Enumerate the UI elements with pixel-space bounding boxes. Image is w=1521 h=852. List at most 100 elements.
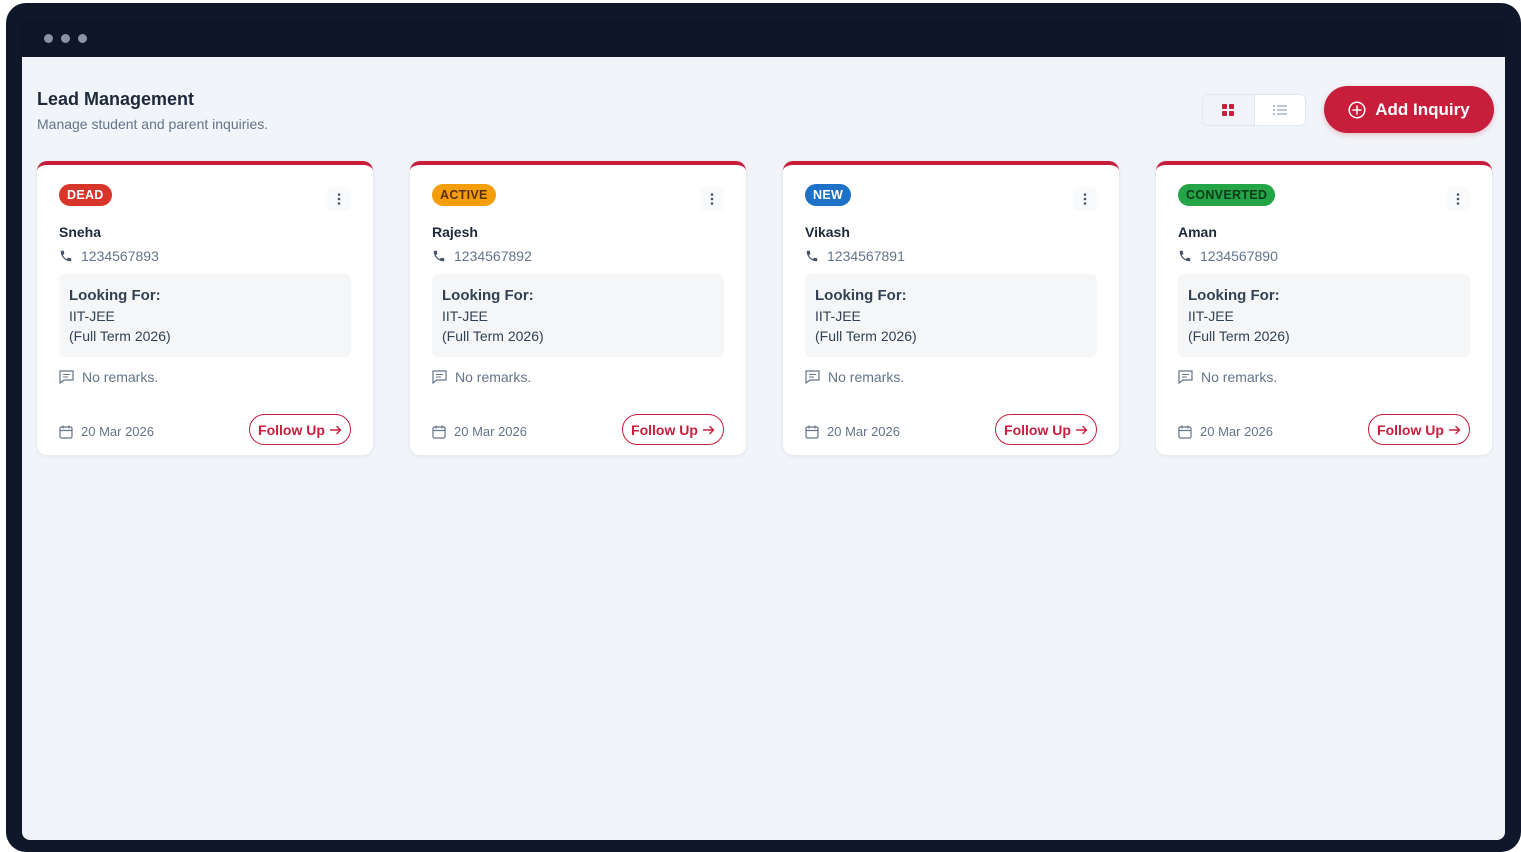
date-row: 20 Mar 2026 (59, 424, 154, 439)
looking-for-term: (Full Term 2026) (815, 328, 917, 344)
status-badge: ACTIVE (432, 184, 496, 206)
card-menu-button[interactable] (327, 187, 351, 211)
lead-remarks: No remarks. (1201, 369, 1278, 385)
looking-for-box: Looking For: IIT-JEE (Full Term 2026) (805, 274, 1097, 357)
lead-card: CONVERTED Aman 1234567890 Looking For: I… (1156, 161, 1492, 455)
follow-up-button[interactable]: Follow Up (249, 414, 351, 445)
lead-date: 20 Mar 2026 (1200, 424, 1273, 439)
arrow-right-icon (329, 425, 342, 434)
remarks-row: No remarks. (1178, 369, 1277, 385)
lead-card-grid: DEAD Sneha 1234567893 Looking For: IIT-J… (37, 161, 1492, 455)
lead-date: 20 Mar 2026 (454, 424, 527, 439)
phone-row: 1234567890 (1178, 248, 1278, 264)
looking-for-course: IIT-JEE (815, 308, 861, 324)
list-view-button[interactable] (1255, 95, 1306, 125)
remarks-row: No remarks. (805, 369, 904, 385)
arrow-right-icon (1075, 425, 1088, 434)
status-badge: CONVERTED (1178, 184, 1276, 206)
status-badge: DEAD (59, 184, 112, 206)
lead-name: Rajesh (432, 224, 478, 240)
date-row: 20 Mar 2026 (805, 424, 900, 439)
phone-icon (806, 250, 818, 262)
phone-row: 1234567893 (59, 248, 159, 264)
lead-phone: 1234567893 (81, 248, 159, 264)
grid-icon (1222, 104, 1235, 116)
grid-view-button[interactable] (1203, 95, 1255, 125)
looking-for-term: (Full Term 2026) (442, 328, 544, 344)
looking-for-course: IIT-JEE (1188, 308, 1234, 324)
looking-for-term: (Full Term 2026) (69, 328, 171, 344)
comment-icon (432, 370, 447, 384)
looking-for-box: Looking For: IIT-JEE (Full Term 2026) (59, 274, 351, 357)
lead-card: ACTIVE Rajesh 1234567892 Looking For: II… (410, 161, 746, 455)
calendar-icon (432, 425, 446, 439)
lead-date: 20 Mar 2026 (81, 424, 154, 439)
window-dot (44, 33, 53, 43)
date-row: 20 Mar 2026 (1178, 424, 1273, 439)
more-vertical-icon (337, 193, 341, 205)
comment-icon (1178, 370, 1193, 384)
card-menu-button[interactable] (700, 187, 724, 211)
follow-up-button[interactable]: Follow Up (995, 414, 1097, 445)
calendar-icon (1178, 425, 1192, 439)
looking-for-label: Looking For: (1188, 287, 1280, 304)
phone-row: 1234567891 (805, 248, 905, 264)
device-frame: Lead Management Manage student and paren… (6, 3, 1521, 852)
phone-row: 1234567892 (432, 248, 532, 264)
lead-phone: 1234567891 (827, 248, 905, 264)
add-inquiry-button[interactable]: Add Inquiry (1324, 86, 1494, 133)
page-title: Lead Management (37, 89, 195, 109)
lead-name: Vikash (805, 224, 850, 240)
looking-for-label: Looking For: (69, 287, 161, 304)
page-subtitle: Manage student and parent inquiries. (37, 116, 269, 132)
app-screen: Lead Management Manage student and paren… (22, 57, 1505, 840)
follow-up-label: Follow Up (631, 421, 698, 438)
follow-up-label: Follow Up (1377, 421, 1444, 438)
phone-icon (60, 250, 72, 262)
arrow-right-icon (1448, 425, 1461, 434)
add-inquiry-label: Add Inquiry (1375, 99, 1470, 119)
lead-date: 20 Mar 2026 (827, 424, 900, 439)
lead-phone: 1234567892 (454, 248, 532, 264)
calendar-icon (59, 425, 73, 439)
lead-remarks: No remarks. (455, 369, 532, 385)
remarks-row: No remarks. (59, 369, 158, 385)
lead-remarks: No remarks. (82, 369, 159, 385)
plus-circle-icon (1348, 100, 1366, 119)
looking-for-term: (Full Term 2026) (1188, 328, 1290, 344)
looking-for-box: Looking For: IIT-JEE (Full Term 2026) (1178, 274, 1470, 357)
follow-up-label: Follow Up (1004, 421, 1071, 438)
remarks-row: No remarks. (432, 369, 531, 385)
status-badge: NEW (805, 184, 852, 206)
looking-for-course: IIT-JEE (442, 308, 488, 324)
date-row: 20 Mar 2026 (432, 424, 527, 439)
phone-icon (1179, 250, 1191, 262)
lead-name: Sneha (59, 224, 102, 240)
window-dot (78, 33, 87, 43)
card-menu-button[interactable] (1446, 187, 1470, 211)
lead-phone: 1234567890 (1200, 248, 1278, 264)
calendar-icon (805, 425, 819, 439)
card-menu-button[interactable] (1073, 187, 1097, 211)
lead-name: Aman (1178, 224, 1217, 240)
comment-icon (805, 370, 820, 384)
arrow-right-icon (702, 425, 715, 434)
follow-up-label: Follow Up (258, 421, 325, 438)
window-titlebar (22, 19, 1505, 57)
looking-for-label: Looking For: (442, 287, 534, 304)
more-vertical-icon (1456, 193, 1460, 205)
follow-up-button[interactable]: Follow Up (622, 414, 724, 445)
more-vertical-icon (1083, 193, 1087, 205)
looking-for-box: Looking For: IIT-JEE (Full Term 2026) (432, 274, 724, 357)
window-dot (61, 33, 70, 43)
phone-icon (433, 250, 445, 262)
more-vertical-icon (710, 193, 714, 205)
list-icon (1272, 105, 1287, 115)
lead-remarks: No remarks. (828, 369, 905, 385)
comment-icon (59, 370, 74, 384)
lead-card: DEAD Sneha 1234567893 Looking For: IIT-J… (37, 161, 373, 455)
view-toggle (1202, 94, 1306, 126)
looking-for-course: IIT-JEE (69, 308, 115, 324)
follow-up-button[interactable]: Follow Up (1368, 414, 1470, 445)
looking-for-label: Looking For: (815, 287, 907, 304)
